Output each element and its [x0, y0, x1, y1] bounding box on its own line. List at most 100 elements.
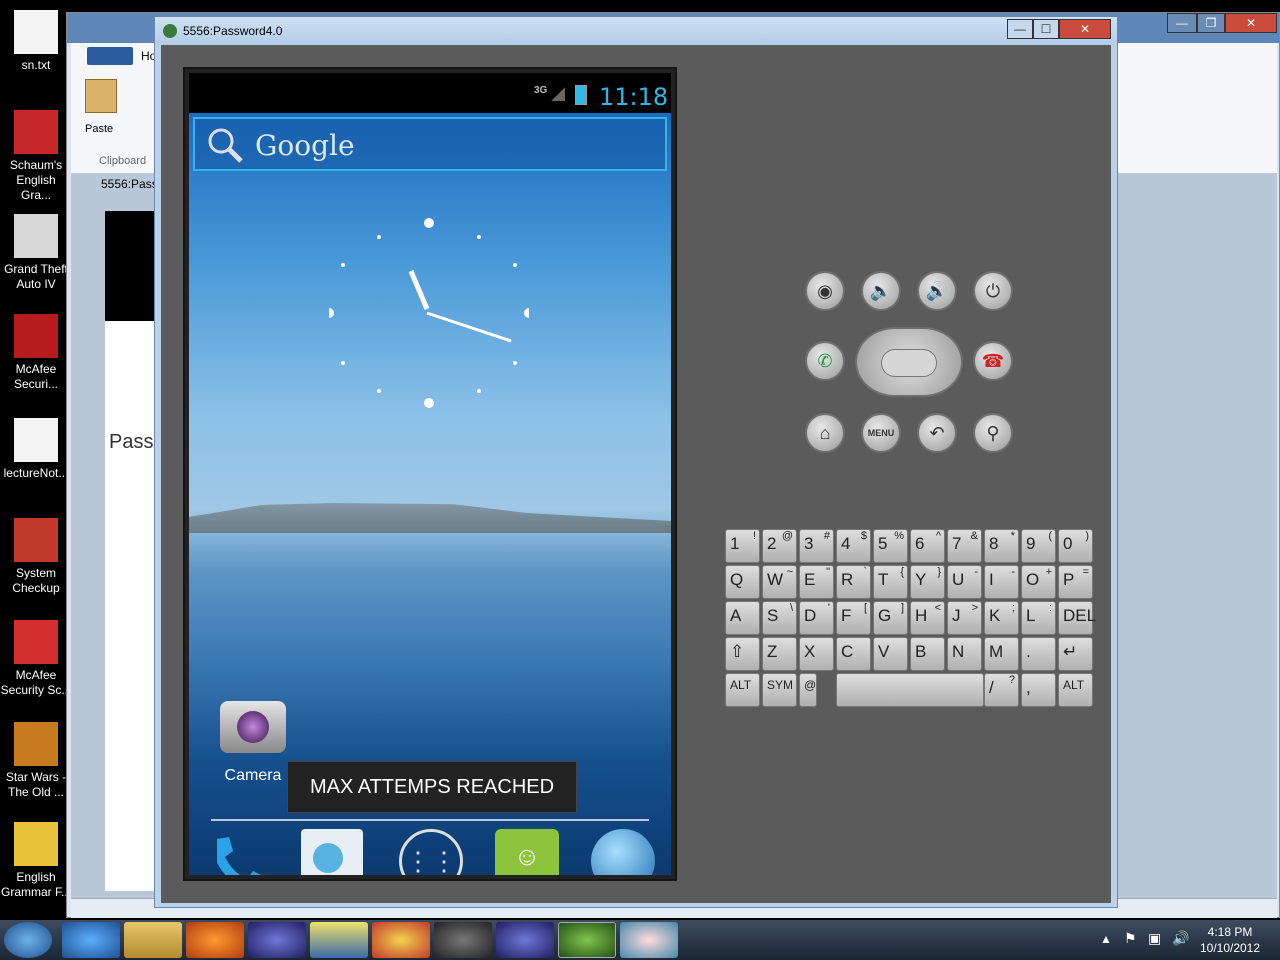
explorer-icon[interactable] — [124, 922, 182, 958]
network-tool-icon[interactable] — [310, 922, 368, 958]
tray-network-icon[interactable]: ▣ — [1148, 930, 1161, 947]
key[interactable]: ALT — [725, 673, 760, 707]
device-screen[interactable]: 3G 11:18 Google Camera MAX ATTEMPS REACH… — [189, 73, 671, 875]
key[interactable]: ↵ — [1058, 637, 1093, 671]
app-drawer-icon[interactable]: ⋮⋮ — [399, 829, 463, 875]
key[interactable]: 8 * — [984, 529, 1019, 563]
space-key[interactable] — [836, 673, 984, 707]
analog-clock-widget[interactable] — [329, 213, 529, 413]
search-hw-icon[interactable]: ⚲ — [973, 413, 1013, 453]
tray-flag-icon[interactable]: ⚑ — [1124, 930, 1137, 947]
key[interactable]: Z — [762, 637, 797, 671]
key[interactable]: E " — [799, 565, 834, 599]
tray-up-arrow-icon[interactable]: ▲ — [1100, 932, 1112, 946]
desktop-icon[interactable]: McAfee Securi... — [0, 314, 72, 392]
key[interactable]: W ~ — [762, 565, 797, 599]
key[interactable]: X — [799, 637, 834, 671]
key[interactable]: O + — [1021, 565, 1056, 599]
key[interactable]: . — [1021, 637, 1056, 671]
volume-down-icon[interactable]: 🔈 — [861, 271, 901, 311]
tray-volume-icon[interactable]: 🔊 — [1172, 930, 1189, 947]
firefox-icon[interactable] — [186, 922, 244, 958]
desktop-icon[interactable]: lectureNot... — [0, 418, 72, 481]
key[interactable]: 0) — [1058, 529, 1093, 563]
key[interactable]: H < — [910, 601, 945, 635]
camera-app-shortcut[interactable]: Camera — [213, 701, 293, 785]
google-search-widget[interactable]: Google — [193, 117, 667, 171]
android-emulator-task-icon[interactable] — [558, 922, 616, 958]
key[interactable]: M — [984, 637, 1019, 671]
key[interactable]: 1! — [725, 529, 760, 563]
key[interactable]: 9( — [1021, 529, 1056, 563]
key[interactable]: L: — [1021, 601, 1056, 635]
key[interactable]: ⇧ — [725, 637, 760, 671]
key[interactable]: T{ — [873, 565, 908, 599]
key[interactable]: N — [947, 637, 982, 671]
chrome-icon[interactable] — [372, 922, 430, 958]
key[interactable]: G] — [873, 601, 908, 635]
key[interactable]: DEL — [1058, 601, 1096, 635]
key[interactable]: 4 $ — [836, 529, 871, 563]
desktop-icon[interactable]: English Grammar F... — [0, 822, 72, 900]
key[interactable]: A — [725, 601, 760, 635]
contacts-icon[interactable] — [301, 829, 363, 875]
dpad-center-button[interactable] — [881, 349, 937, 377]
paste-icon[interactable] — [85, 79, 117, 113]
key[interactable]: C — [836, 637, 871, 671]
key[interactable]: , — [1021, 673, 1056, 707]
volume-up-icon[interactable]: 🔊 — [917, 271, 957, 311]
emu-maximize-button[interactable]: ☐ — [1033, 19, 1059, 39]
key[interactable]: S \ — [762, 601, 797, 635]
key[interactable]: B — [910, 637, 945, 671]
desktop-icon[interactable]: Grand Theft Auto IV — [0, 214, 72, 292]
close-button[interactable]: ✕ — [1225, 13, 1277, 33]
key[interactable]: Q — [725, 565, 760, 599]
messaging-icon[interactable]: ☺ — [495, 829, 559, 875]
key[interactable]: ALT — [1058, 673, 1093, 707]
ie-icon[interactable] — [62, 922, 120, 958]
eclipse-icon[interactable] — [248, 922, 306, 958]
key[interactable]: Y} — [910, 565, 945, 599]
key[interactable]: 7 & — [947, 529, 982, 563]
emu-minimize-button[interactable]: — — [1007, 19, 1033, 39]
browser-globe-icon[interactable] — [591, 829, 655, 875]
key[interactable]: U- — [947, 565, 982, 599]
key[interactable]: 5% — [873, 529, 908, 563]
key[interactable]: P = — [1058, 565, 1093, 599]
dpad-control[interactable] — [855, 327, 963, 397]
minimize-button[interactable]: — — [1167, 13, 1197, 33]
key[interactable]: K; — [984, 601, 1019, 635]
call-icon[interactable]: ✆ — [805, 341, 845, 381]
paste-label[interactable]: Paste — [85, 123, 113, 135]
key[interactable]: 6 ^ — [910, 529, 945, 563]
steam-icon[interactable] — [434, 922, 492, 958]
key[interactable]: 2 @ — [762, 529, 797, 563]
desktop-icon[interactable]: Schaum's English Gra... — [0, 110, 72, 203]
desktop-icon[interactable]: Star Wars - The Old ... — [0, 722, 72, 800]
eclipse-icon-2[interactable] — [496, 922, 554, 958]
back-icon[interactable]: ↶ — [917, 413, 957, 453]
maximize-button[interactable]: ❐ — [1197, 13, 1225, 33]
key[interactable]: @ — [799, 673, 817, 707]
power-icon[interactable]: ⏻ — [973, 271, 1013, 311]
key[interactable]: V — [873, 637, 908, 671]
menu-button[interactable]: MENU — [861, 413, 901, 453]
camera-hw-icon[interactable]: ◉ — [805, 271, 845, 311]
key[interactable]: /? — [984, 673, 1019, 707]
paint-task-icon[interactable] — [620, 922, 678, 958]
home-icon[interactable]: ⌂ — [805, 413, 845, 453]
key[interactable]: R ` — [836, 565, 871, 599]
key[interactable]: D ' — [799, 601, 834, 635]
desktop-icon[interactable]: McAfee Security Sc... — [0, 620, 72, 698]
desktop-icon[interactable]: sn.txt — [0, 10, 72, 73]
key[interactable]: SYM — [762, 673, 797, 707]
key[interactable]: I- — [984, 565, 1019, 599]
emu-close-button[interactable]: ✕ — [1059, 19, 1111, 39]
key[interactable]: J > — [947, 601, 982, 635]
key[interactable]: F[ — [836, 601, 871, 635]
end-call-icon[interactable]: ☎ — [973, 341, 1013, 381]
key[interactable]: 3 # — [799, 529, 834, 563]
desktop-icon[interactable]: System Checkup — [0, 518, 72, 596]
tray-clock[interactable]: 4:18 PM 10/10/2012 — [1190, 924, 1270, 956]
file-menu-button[interactable] — [87, 47, 133, 65]
